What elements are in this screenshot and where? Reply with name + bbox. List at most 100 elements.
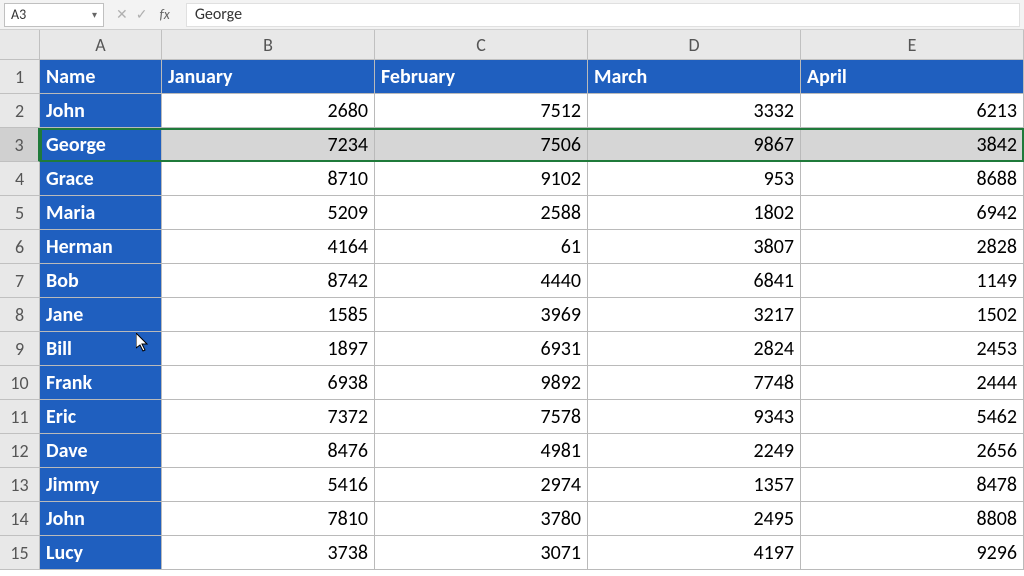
row-header-12[interactable]: 12 bbox=[0, 434, 40, 468]
cell-apr[interactable]: 2453 bbox=[801, 332, 1024, 366]
cell-mar[interactable]: 4197 bbox=[588, 536, 801, 570]
row-header-1[interactable]: 1 bbox=[0, 60, 40, 94]
cell-name[interactable]: Herman bbox=[40, 230, 162, 264]
cell-jan[interactable]: 4164 bbox=[162, 230, 375, 264]
cell-mar[interactable]: 3807 bbox=[588, 230, 801, 264]
col-header-d[interactable]: D bbox=[588, 30, 801, 60]
row-header-14[interactable]: 14 bbox=[0, 502, 40, 536]
cell-apr[interactable]: 6213 bbox=[801, 94, 1024, 128]
cell-name[interactable]: Frank bbox=[40, 366, 162, 400]
cell-jan[interactable]: 2680 bbox=[162, 94, 375, 128]
cell-name[interactable]: Jane bbox=[40, 298, 162, 332]
cell-apr[interactable]: 1149 bbox=[801, 264, 1024, 298]
chevron-down-icon[interactable]: ▾ bbox=[92, 8, 97, 21]
name-box[interactable]: A3 ▾ bbox=[4, 3, 104, 27]
cell-feb[interactable]: 61 bbox=[375, 230, 588, 264]
cell-name[interactable]: Bill bbox=[40, 332, 162, 366]
cell-feb[interactable]: 9892 bbox=[375, 366, 588, 400]
cell-name[interactable]: George bbox=[40, 128, 162, 162]
cell-apr[interactable]: 8808 bbox=[801, 502, 1024, 536]
cell-feb[interactable]: 9102 bbox=[375, 162, 588, 196]
cell-name[interactable]: Maria bbox=[40, 196, 162, 230]
row-header-4[interactable]: 4 bbox=[0, 162, 40, 196]
cell-jan[interactable]: 1897 bbox=[162, 332, 375, 366]
cell-name[interactable]: Dave bbox=[40, 434, 162, 468]
cell-jan[interactable]: 3738 bbox=[162, 536, 375, 570]
cell-feb[interactable]: 6931 bbox=[375, 332, 588, 366]
row-header-7[interactable]: 7 bbox=[0, 264, 40, 298]
cell-a1[interactable]: Name bbox=[40, 60, 162, 94]
cell-jan[interactable]: 1585 bbox=[162, 298, 375, 332]
row-header-3[interactable]: 3 bbox=[0, 128, 40, 162]
cancel-icon[interactable]: ✕ bbox=[116, 6, 128, 23]
cell-apr[interactable]: 1502 bbox=[801, 298, 1024, 332]
cell-feb[interactable]: 7578 bbox=[375, 400, 588, 434]
cell-e1[interactable]: April bbox=[801, 60, 1024, 94]
cell-jan[interactable]: 8742 bbox=[162, 264, 375, 298]
cell-feb[interactable]: 7512 bbox=[375, 94, 588, 128]
cell-jan[interactable]: 7810 bbox=[162, 502, 375, 536]
select-all-corner[interactable] bbox=[0, 30, 40, 60]
cell-name[interactable]: Jimmy bbox=[40, 468, 162, 502]
fx-icon[interactable]: fx bbox=[155, 6, 173, 23]
col-header-a[interactable]: A bbox=[40, 30, 162, 60]
col-header-b[interactable]: B bbox=[162, 30, 375, 60]
row-header-10[interactable]: 10 bbox=[0, 366, 40, 400]
cell-mar[interactable]: 9867 bbox=[588, 128, 801, 162]
cell-jan[interactable]: 5209 bbox=[162, 196, 375, 230]
cell-mar[interactable]: 3217 bbox=[588, 298, 801, 332]
cell-apr[interactable]: 3842 bbox=[801, 128, 1024, 162]
cell-name[interactable]: Grace bbox=[40, 162, 162, 196]
cell-name[interactable]: Lucy bbox=[40, 536, 162, 570]
cell-mar[interactable]: 6841 bbox=[588, 264, 801, 298]
cell-mar[interactable]: 953 bbox=[588, 162, 801, 196]
cell-jan[interactable]: 7234 bbox=[162, 128, 375, 162]
cell-jan[interactable]: 8710 bbox=[162, 162, 375, 196]
cell-mar[interactable]: 3332 bbox=[588, 94, 801, 128]
cell-feb[interactable]: 7506 bbox=[375, 128, 588, 162]
cell-apr[interactable]: 8688 bbox=[801, 162, 1024, 196]
cell-feb[interactable]: 3780 bbox=[375, 502, 588, 536]
cell-apr[interactable]: 9296 bbox=[801, 536, 1024, 570]
cell-apr[interactable]: 2656 bbox=[801, 434, 1024, 468]
cell-mar[interactable]: 1802 bbox=[588, 196, 801, 230]
cell-mar[interactable]: 2824 bbox=[588, 332, 801, 366]
cell-mar[interactable]: 1357 bbox=[588, 468, 801, 502]
col-header-c[interactable]: C bbox=[375, 30, 588, 60]
cell-feb[interactable]: 3071 bbox=[375, 536, 588, 570]
cell-feb[interactable]: 2974 bbox=[375, 468, 588, 502]
cell-name[interactable]: Bob bbox=[40, 264, 162, 298]
col-header-e[interactable]: E bbox=[801, 30, 1024, 60]
cell-jan[interactable]: 8476 bbox=[162, 434, 375, 468]
cell-name[interactable]: John bbox=[40, 94, 162, 128]
cell-feb[interactable]: 3969 bbox=[375, 298, 588, 332]
cell-name[interactable]: Eric bbox=[40, 400, 162, 434]
cell-jan[interactable]: 6938 bbox=[162, 366, 375, 400]
row-header-5[interactable]: 5 bbox=[0, 196, 40, 230]
cell-mar[interactable]: 2249 bbox=[588, 434, 801, 468]
row-header-11[interactable]: 11 bbox=[0, 400, 40, 434]
cell-feb[interactable]: 4981 bbox=[375, 434, 588, 468]
cell-jan[interactable]: 5416 bbox=[162, 468, 375, 502]
cell-name[interactable]: John bbox=[40, 502, 162, 536]
cell-jan[interactable]: 7372 bbox=[162, 400, 375, 434]
formula-input[interactable]: George bbox=[186, 3, 1020, 27]
row-header-15[interactable]: 15 bbox=[0, 536, 40, 570]
enter-icon[interactable]: ✓ bbox=[136, 6, 148, 23]
cell-apr[interactable]: 6942 bbox=[801, 196, 1024, 230]
cell-mar[interactable]: 2495 bbox=[588, 502, 801, 536]
row-header-9[interactable]: 9 bbox=[0, 332, 40, 366]
cell-mar[interactable]: 7748 bbox=[588, 366, 801, 400]
row-header-8[interactable]: 8 bbox=[0, 298, 40, 332]
cell-feb[interactable]: 4440 bbox=[375, 264, 588, 298]
row-header-6[interactable]: 6 bbox=[0, 230, 40, 264]
cell-apr[interactable]: 2444 bbox=[801, 366, 1024, 400]
cell-apr[interactable]: 5462 bbox=[801, 400, 1024, 434]
cell-apr[interactable]: 2828 bbox=[801, 230, 1024, 264]
row-header-13[interactable]: 13 bbox=[0, 468, 40, 502]
cell-feb[interactable]: 2588 bbox=[375, 196, 588, 230]
cell-b1[interactable]: January bbox=[162, 60, 375, 94]
cell-apr[interactable]: 8478 bbox=[801, 468, 1024, 502]
cell-mar[interactable]: 9343 bbox=[588, 400, 801, 434]
row-header-2[interactable]: 2 bbox=[0, 94, 40, 128]
